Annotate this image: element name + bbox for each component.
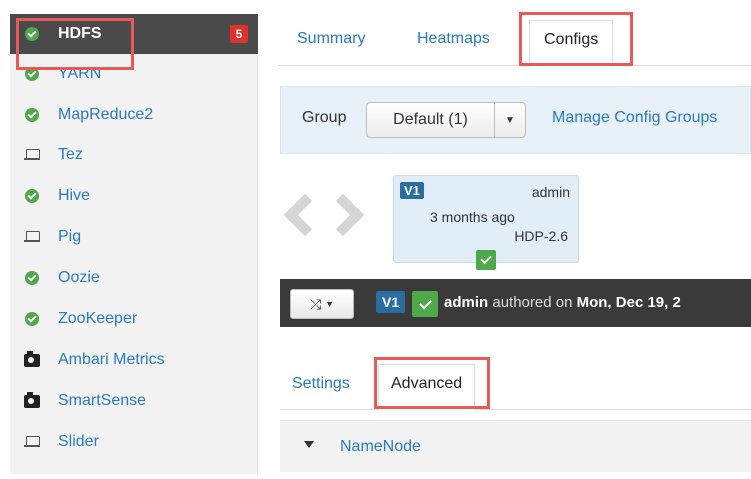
- config-group-bar: Group Default (1) ▼ Manage Config Groups: [280, 86, 751, 154]
- namenode-section-label[interactable]: NameNode: [340, 438, 421, 456]
- laptop-icon: [24, 229, 40, 245]
- status-ok-icon: [24, 107, 40, 123]
- version-date: Mon, Dec 19, 2: [576, 294, 681, 311]
- alert-count-badge: 5: [230, 25, 248, 43]
- service-tabs: Summary Heatmaps Configs: [278, 16, 751, 67]
- version-time: 3 months ago: [430, 209, 515, 225]
- sidebar-item-label: SmartSense: [58, 392, 147, 409]
- sidebar-item-slider[interactable]: Slider: [10, 422, 258, 462]
- sidebar-item-label: YARN: [58, 65, 102, 82]
- group-label: Group: [302, 109, 347, 126]
- laptop-icon: [24, 147, 40, 163]
- tab-heatmaps[interactable]: Heatmaps: [417, 30, 490, 48]
- config-group-value: Default (1): [367, 103, 495, 137]
- sidebar-item-hdfs[interactable]: HDFS 5: [10, 14, 258, 54]
- sidebar-item-label: Oozie: [58, 269, 100, 286]
- sidebar-item-label: ZooKeeper: [58, 310, 138, 327]
- sidebar-item-yarn[interactable]: YARN: [10, 54, 258, 94]
- version-author: admin: [444, 294, 489, 311]
- status-ok-icon: [24, 311, 40, 327]
- laptop-icon: [24, 434, 40, 450]
- manage-config-groups-link[interactable]: Manage Config Groups: [552, 109, 717, 127]
- status-ok-icon: [24, 66, 40, 82]
- version-nav: [283, 193, 376, 250]
- camera-icon: [24, 350, 40, 368]
- tab-summary[interactable]: Summary: [297, 30, 365, 48]
- caret-down-icon: ▼: [325, 299, 335, 309]
- sidebar-item-pig[interactable]: Pig: [10, 217, 258, 257]
- service-sidebar: HDFS 5 YARN MapReduce2 Tez Hive Pig Oozi…: [10, 14, 258, 474]
- tab-configs[interactable]: Configs: [529, 20, 614, 67]
- config-group-select[interactable]: Default (1) ▼: [366, 102, 526, 138]
- config-subtabs: Settings Advanced: [280, 360, 751, 411]
- sidebar-item-label: HDFS: [58, 25, 102, 42]
- status-ok-icon: [24, 188, 40, 204]
- sidebar-item-smartsense[interactable]: SmartSense: [10, 381, 258, 421]
- sidebar-item-ambari-metrics[interactable]: Ambari Metrics: [10, 340, 258, 380]
- authored-on-text: authored on: [492, 294, 573, 311]
- status-ok-icon: [24, 26, 40, 42]
- current-version-check-icon: [476, 250, 496, 270]
- sidebar-item-zookeeper[interactable]: ZooKeeper: [10, 299, 258, 339]
- sidebar-item-label: Hive: [58, 187, 91, 204]
- sidebar-item-label: Slider: [58, 433, 99, 450]
- version-tag: V1: [400, 182, 424, 199]
- chevron-right-icon[interactable]: [321, 193, 365, 237]
- sidebar-item-label: Tez: [58, 146, 83, 163]
- namenode-section-header[interactable]: NameNode: [280, 420, 751, 472]
- version-tag: V1: [376, 291, 406, 313]
- version-authored-text: admin authored on Mon, Dec 19, 2: [444, 294, 681, 311]
- tab-settings[interactable]: Settings: [292, 375, 350, 393]
- version-author: admin: [531, 184, 570, 200]
- sidebar-item-label: Ambari Metrics: [58, 351, 165, 368]
- compare-versions-button[interactable]: ⤮ ▼: [290, 289, 354, 319]
- check-icon: [412, 291, 438, 317]
- chevron-left-icon[interactable]: [283, 193, 327, 237]
- sidebar-item-tez[interactable]: Tez: [10, 135, 258, 175]
- sidebar-item-mapreduce2[interactable]: MapReduce2: [10, 95, 258, 135]
- caret-down-icon[interactable]: ▼: [495, 103, 525, 137]
- tab-advanced[interactable]: Advanced: [378, 364, 476, 411]
- sidebar-item-hive[interactable]: Hive: [10, 176, 258, 216]
- caret-down-icon: [304, 441, 314, 448]
- current-version-bar: ⤮ ▼ V1 admin authored on Mon, Dec 19, 2: [280, 279, 751, 327]
- camera-icon: [24, 391, 40, 409]
- version-card[interactable]: V1 admin 3 months ago HDP-2.6: [393, 175, 579, 270]
- status-ok-icon: [24, 270, 40, 286]
- version-stack: HDP-2.6: [514, 228, 568, 244]
- sidebar-item-label: MapReduce2: [58, 106, 154, 123]
- sidebar-item-label: Pig: [58, 228, 82, 245]
- sidebar-item-oozie[interactable]: Oozie: [10, 258, 258, 298]
- shuffle-icon: ⤮: [309, 295, 322, 312]
